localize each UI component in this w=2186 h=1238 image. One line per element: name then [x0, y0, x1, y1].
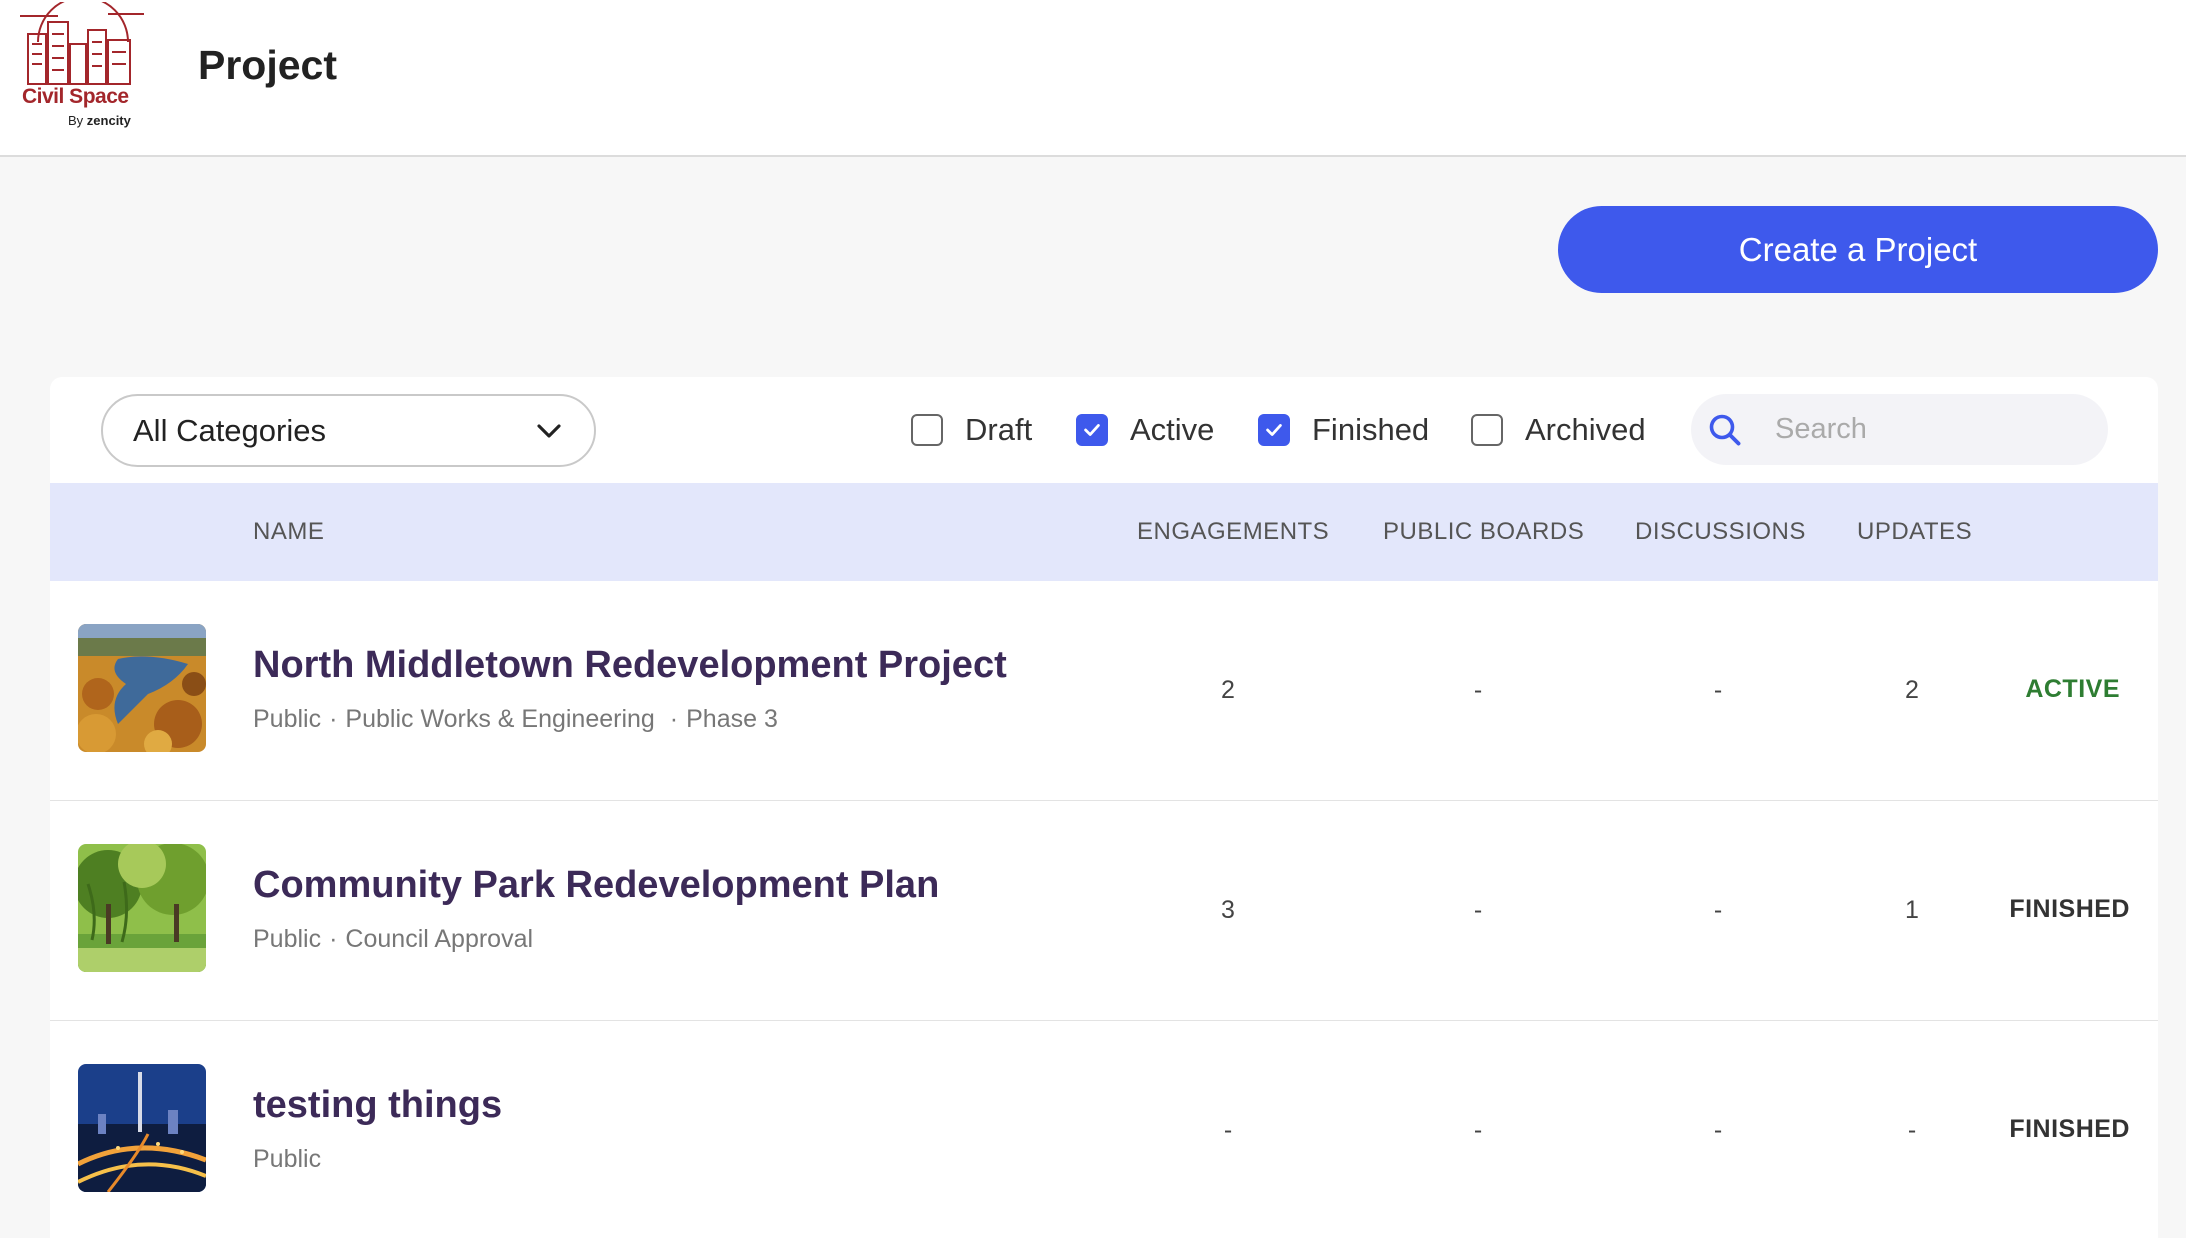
- updates-count: 1: [1905, 896, 1919, 924]
- project-meta: Public · Council Approval: [253, 925, 533, 954]
- filter-draft-label: Draft: [965, 412, 1033, 447]
- checkmark-icon: [1084, 424, 1100, 436]
- category-select[interactable]: All Categories: [101, 394, 596, 467]
- column-name[interactable]: NAME: [253, 483, 324, 581]
- project-title[interactable]: testing things: [253, 1084, 502, 1127]
- filter-finished[interactable]: Finished: [1258, 410, 1429, 450]
- discussions-count: -: [1713, 896, 1723, 924]
- filter-active[interactable]: Active: [1076, 410, 1214, 450]
- project-visibility: Public: [253, 925, 322, 953]
- public-boards-count: -: [1473, 896, 1483, 924]
- page-title: Project: [198, 42, 337, 88]
- active-checkbox[interactable]: [1076, 414, 1108, 446]
- discussions-count: -: [1713, 676, 1723, 704]
- table-header: NAME ENGAGEMENTS PUBLIC BOARDS DISCUSSIO…: [50, 483, 2158, 581]
- column-updates[interactable]: UPDATES: [1857, 483, 1972, 581]
- updates-count: -: [1907, 1116, 1917, 1144]
- project-visibility: Public: [253, 705, 322, 733]
- search-icon: [1709, 414, 1741, 445]
- column-discussions[interactable]: DISCUSSIONS: [1635, 483, 1806, 581]
- create-project-button[interactable]: Create a Project: [1558, 206, 2158, 293]
- search-box[interactable]: [1691, 394, 2108, 465]
- discussions-count: -: [1713, 1116, 1723, 1144]
- project-title[interactable]: Community Park Redevelopment Plan: [253, 864, 939, 907]
- filter-active-label: Active: [1130, 412, 1215, 447]
- draft-checkbox[interactable]: [911, 414, 943, 446]
- project-category: Public Works & Engineering: [345, 705, 655, 733]
- project-meta: Public: [253, 1145, 321, 1174]
- public-boards-count: -: [1473, 676, 1483, 704]
- status-badge: ACTIVE: [2025, 675, 2120, 703]
- meta-separator: ·: [662, 705, 679, 733]
- meta-separator: ·: [329, 925, 338, 953]
- project-category: Council Approval: [345, 925, 534, 953]
- chevron-down-icon: [537, 423, 561, 438]
- logo-by-text: By: [68, 113, 84, 128]
- projects-panel: All Categories Draft Active Finished Arc…: [50, 377, 2158, 1238]
- category-select-value: All Categories: [133, 412, 326, 448]
- finished-checkbox[interactable]: [1258, 414, 1290, 446]
- filter-archived-label: Archived: [1525, 412, 1646, 447]
- project-title[interactable]: North Middletown Redevelopment Project: [253, 644, 1007, 687]
- search-input[interactable]: [1775, 413, 2075, 446]
- table-row[interactable]: North Middletown Redevelopment Project P…: [50, 581, 2158, 801]
- logo-byline: By zencity: [68, 113, 131, 128]
- project-phase: Phase 3: [686, 705, 778, 733]
- lake-aerial-image: [78, 624, 206, 752]
- meta-separator: ·: [329, 705, 338, 733]
- checkmark-icon: [1266, 424, 1282, 436]
- archived-checkbox[interactable]: [1471, 414, 1503, 446]
- city-skyline-logo-icon: [20, 0, 144, 85]
- top-bar: Civil Space By zencity Project: [0, 0, 2186, 157]
- status-badge: FINISHED: [2009, 895, 2130, 923]
- filter-archived[interactable]: Archived: [1471, 410, 1646, 450]
- table-row[interactable]: Community Park Redevelopment Plan Public…: [50, 801, 2158, 1021]
- table-row[interactable]: testing things Public - - - - FINISHED: [50, 1021, 2158, 1238]
- column-public-boards[interactable]: PUBLIC BOARDS: [1383, 483, 1584, 581]
- logo-brand-text: Civil Space: [22, 85, 129, 108]
- public-boards-count: -: [1473, 1116, 1483, 1144]
- civil-space-logo[interactable]: Civil Space By zencity: [18, 0, 148, 132]
- logo-company-text: zencity: [86, 113, 131, 128]
- filter-finished-label: Finished: [1312, 412, 1430, 447]
- project-visibility: Public: [253, 1145, 322, 1173]
- column-engagements[interactable]: ENGAGEMENTS: [1137, 483, 1329, 581]
- status-badge: FINISHED: [2009, 1115, 2130, 1143]
- engagements-count: -: [1223, 1116, 1233, 1144]
- park-image: [78, 844, 206, 972]
- project-meta: Public · Public Works & Engineering · Phase…: [253, 705, 778, 734]
- engagements-count: 3: [1221, 896, 1235, 924]
- engagements-count: 2: [1221, 676, 1235, 704]
- updates-count: 2: [1905, 676, 1919, 704]
- city-night-image: [78, 1064, 206, 1192]
- filter-draft[interactable]: Draft: [911, 410, 1032, 450]
